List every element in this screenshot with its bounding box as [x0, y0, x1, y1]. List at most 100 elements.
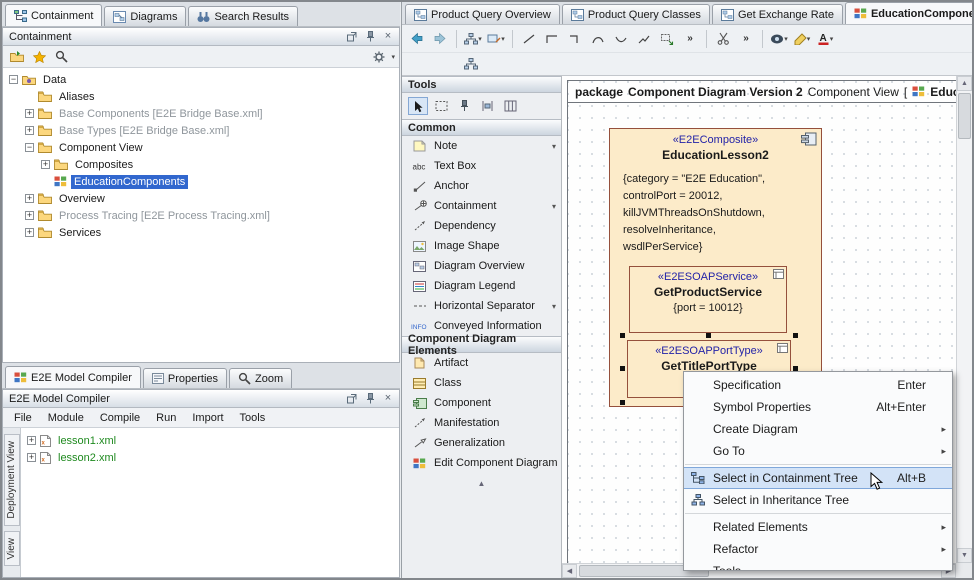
- side-tab-deployment-view[interactable]: Deployment View: [4, 434, 20, 526]
- toolbox-item-diagram-legend[interactable]: Diagram Legend: [402, 276, 561, 296]
- tree-node-component-view[interactable]: −Component View: [3, 139, 399, 156]
- tab-containment[interactable]: Containment: [5, 4, 102, 26]
- vertical-scroll-thumb[interactable]: [958, 93, 971, 139]
- close-panel-icon[interactable]: ×: [381, 392, 395, 405]
- toolbox-item-dependency[interactable]: Dependency: [402, 216, 561, 236]
- toolbox-item-diagram-overview[interactable]: Diagram Overview: [402, 256, 561, 276]
- toolbox-item-text-box[interactable]: abcText Box: [402, 156, 561, 176]
- toolbox-item-note[interactable]: Note▾: [402, 136, 561, 156]
- layers-button[interactable]: ▾: [768, 28, 790, 50]
- selection-handle[interactable]: [620, 333, 625, 338]
- tree-node-data[interactable]: −Data: [3, 71, 399, 88]
- menu-item-symbol-properties[interactable]: Symbol PropertiesAlt+Enter: [684, 396, 952, 418]
- compiler-file-lesson2-xml[interactable]: +xlesson2.xml: [21, 449, 399, 466]
- line-style-button[interactable]: [518, 28, 540, 50]
- swimlane-tool-button[interactable]: [500, 97, 520, 115]
- open-project-icon[interactable]: [7, 48, 27, 66]
- tab-product-query-classes[interactable]: Product Query Classes: [562, 4, 710, 24]
- tab-search-results[interactable]: Search Results: [188, 6, 298, 26]
- toolbox-section-common[interactable]: Common: [402, 119, 561, 136]
- menubar-item-compile[interactable]: Compile: [93, 410, 147, 426]
- shape-create-button[interactable]: ▾: [485, 28, 507, 50]
- layout-button[interactable]: ▾: [462, 28, 484, 50]
- toolbox-section-elements[interactable]: Component Diagram Elements: [402, 336, 561, 353]
- expand-expander-icon[interactable]: +: [25, 211, 34, 220]
- back-button[interactable]: [406, 28, 428, 50]
- cut-button[interactable]: [712, 28, 734, 50]
- settings-gear-icon[interactable]: [369, 48, 389, 66]
- pin-panel-icon[interactable]: [363, 30, 377, 43]
- scroll-down-icon[interactable]: ▼: [957, 548, 972, 563]
- search-icon[interactable]: [51, 48, 71, 66]
- side-tab-view[interactable]: View: [4, 531, 20, 567]
- menu-item-select-in-inheritance-tree[interactable]: Select in Inheritance Tree: [684, 489, 952, 511]
- tab-zoom[interactable]: Zoom: [229, 368, 292, 388]
- curve2-button[interactable]: [610, 28, 632, 50]
- menubar-item-tools[interactable]: Tools: [233, 410, 273, 426]
- selection-handle[interactable]: [620, 400, 625, 405]
- expand-expander-icon[interactable]: +: [25, 109, 34, 118]
- scroll-left-icon[interactable]: ◀: [562, 564, 577, 578]
- toolbox-item-class[interactable]: Class: [402, 373, 561, 393]
- compiler-file-lesson1-xml[interactable]: +xlesson1.xml: [21, 432, 399, 449]
- tree-node-process-tracing-e2e-process-tracing-xml[interactable]: +Process Tracing [E2E Process Tracing.xm…: [3, 207, 399, 224]
- overflow-chevron-button[interactable]: »: [735, 28, 757, 50]
- tree-node-base-components-e2e-bridge-base-xml[interactable]: +Base Components [E2E Bridge Base.xml]: [3, 105, 399, 122]
- tree-node-educationcomponents[interactable]: EducationComponents: [3, 173, 399, 190]
- tab-product-query-overview[interactable]: Product Query Overview: [405, 4, 560, 24]
- toolbox-item-anchor[interactable]: Anchor: [402, 176, 561, 196]
- service-shape-getproductservice[interactable]: «E2ESOAPService» GetProductService {port…: [629, 266, 787, 333]
- collapse-expander-icon[interactable]: −: [9, 75, 18, 84]
- scroll-up-icon[interactable]: ▲: [957, 76, 972, 91]
- tab-properties[interactable]: Properties: [143, 368, 227, 388]
- forward-button[interactable]: [429, 28, 451, 50]
- rect-corner1-button[interactable]: [541, 28, 563, 50]
- favorites-star-icon[interactable]: [29, 48, 49, 66]
- rect-corner2-button[interactable]: [564, 28, 586, 50]
- toolbox-item-generalization[interactable]: Generalization: [402, 433, 561, 453]
- select-tool-button[interactable]: [408, 97, 428, 115]
- toolbox-item-horizontal-separator[interactable]: Horizontal Separator▾: [402, 296, 561, 316]
- marquee-tool-button[interactable]: [431, 97, 451, 115]
- tree-node-base-types-e2e-bridge-base-xml[interactable]: +Base Types [E2E Bridge Base.xml]: [3, 122, 399, 139]
- float-panel-icon[interactable]: [345, 392, 359, 405]
- tab-educationcomponent[interactable]: EducationComponent...: [845, 2, 974, 24]
- menu-item-select-in-containment-tree[interactable]: Select in Containment TreeAlt+B: [684, 467, 952, 489]
- autosize-button[interactable]: [656, 28, 678, 50]
- vertical-scrollbar[interactable]: ▲ ▼: [956, 76, 972, 563]
- font-color-button[interactable]: A▾: [814, 28, 836, 50]
- collapse-expander-icon[interactable]: −: [25, 143, 34, 152]
- selection-handle[interactable]: [706, 333, 711, 338]
- pin-panel-icon[interactable]: [363, 392, 377, 405]
- curve1-button[interactable]: [587, 28, 609, 50]
- expand-expander-icon[interactable]: +: [25, 194, 34, 203]
- selection-handle[interactable]: [793, 333, 798, 338]
- dropdown-caret-icon[interactable]: ▾: [552, 202, 556, 211]
- tree-node-overview[interactable]: +Overview: [3, 190, 399, 207]
- toolbox-item-containment[interactable]: Containment▾: [402, 196, 561, 216]
- menubar-item-module[interactable]: Module: [41, 410, 91, 426]
- menu-item-create-diagram[interactable]: Create Diagram▸: [684, 418, 952, 440]
- toolbox-item-edit-component-diagram[interactable]: Edit Component Diagram: [402, 453, 561, 473]
- toolbox-item-component[interactable]: Component: [402, 393, 561, 413]
- toolbox-item-manifestation[interactable]: Manifestation: [402, 413, 561, 433]
- overflow-chevron-button[interactable]: »: [679, 28, 701, 50]
- oblique-button[interactable]: [633, 28, 655, 50]
- tab-get-exchange-rate[interactable]: Get Exchange Rate: [712, 4, 843, 24]
- expand-expander-icon[interactable]: +: [27, 453, 36, 462]
- tree-node-aliases[interactable]: Aliases: [3, 88, 399, 105]
- tree-node-composites[interactable]: +Composites: [3, 156, 399, 173]
- float-panel-icon[interactable]: [345, 30, 359, 43]
- tab-diagrams[interactable]: Diagrams: [104, 6, 186, 26]
- menu-item-refactor[interactable]: Refactor▸: [684, 538, 952, 560]
- expand-expander-icon[interactable]: +: [27, 436, 36, 445]
- menu-item-related-elements[interactable]: Related Elements▸: [684, 516, 952, 538]
- expand-expander-icon[interactable]: +: [41, 160, 50, 169]
- menu-item-tools[interactable]: Tools: [684, 560, 952, 571]
- menubar-item-import[interactable]: Import: [185, 410, 230, 426]
- toolbox-section-tools[interactable]: Tools: [402, 76, 561, 93]
- toolbox-item-image-shape[interactable]: Image Shape: [402, 236, 561, 256]
- dropdown-caret-icon[interactable]: ▾: [552, 302, 556, 311]
- expand-expander-icon[interactable]: +: [25, 126, 34, 135]
- tree-node-services[interactable]: +Services: [3, 224, 399, 241]
